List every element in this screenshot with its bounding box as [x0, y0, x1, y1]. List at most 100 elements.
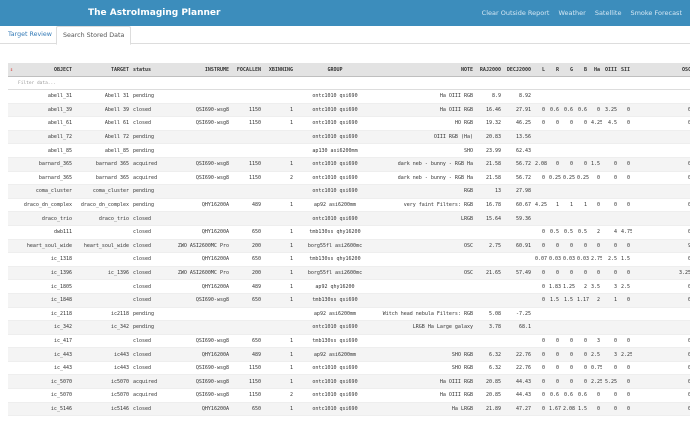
- row-gutter: [8, 211, 16, 226]
- table-cell: 0: [619, 402, 632, 417]
- table-row[interactable]: abell_31 Abell 31 pending ontc1010 qsi690 Ha…: [8, 89, 690, 104]
- table-row[interactable]: ic_1805 closed QHY16200A 489 1 ap92 qhy16200 0…: [8, 279, 690, 294]
- row-gutter: [8, 89, 16, 104]
- table-cell: ontc1010 qsi690: [295, 103, 375, 118]
- table-cell: 0: [602, 266, 619, 281]
- table-row[interactable]: ic_342 ic_342 pending ontc1010 qsi690 LRGB H…: [8, 320, 690, 335]
- table-row[interactable]: coma_cluster coma_cluster pending ontc1010 …: [8, 184, 690, 199]
- table-cell: ic_443: [16, 361, 74, 376]
- table-row[interactable]: abell_39 Abell 39 closed QSI690-wsg8 1150 1 on…: [8, 103, 690, 118]
- table-cell: [263, 307, 295, 322]
- table-row[interactable]: ic_2118 ic2118 pending ap92 asi6200mm Witch …: [8, 307, 690, 322]
- filter-input[interactable]: Filter data...: [16, 76, 690, 90]
- nav-clear-outside-report[interactable]: Clear Outside Report: [482, 9, 550, 17]
- table-cell: OIII RGB (Ha): [375, 130, 475, 145]
- table-cell: closed: [131, 361, 159, 376]
- table-cell: 1: [263, 198, 295, 213]
- table-cell: [561, 211, 575, 226]
- nav-satellite[interactable]: Satellite: [595, 9, 622, 17]
- table-cell: [263, 320, 295, 335]
- table-row[interactable]: dwb111 closed QHY16200A 650 1 tmb130ss qhy162…: [8, 225, 690, 240]
- column-header[interactable]: OBJECT: [16, 63, 74, 77]
- table-cell: 4.5: [602, 116, 619, 131]
- column-header[interactable]: INSTRUME: [159, 63, 231, 77]
- table-row[interactable]: abell_85 abell_85 pending ap130 asi6200mm SH…: [8, 143, 690, 158]
- table-row[interactable]: ic_1396 ic_1396 closed ZWO ASI2600MC Pro 200…: [8, 266, 690, 281]
- table-cell: borg55fl asi2600mc: [295, 266, 375, 281]
- table-row[interactable]: ic_5070 ic5070 acquired QSI690-wsg8 1150 2 ont…: [8, 388, 690, 403]
- table-cell: ic_443: [16, 347, 74, 362]
- table-row[interactable]: abell_72 Abell 72 pending ontc1010 qsi690 OI…: [8, 130, 690, 145]
- table-row[interactable]: heart_soul_wide heart_soul_wide closed ZWO …: [8, 239, 690, 254]
- table-row[interactable]: ic_5070 ic5070 acquired QSI690-wsg8 1150 1 ont…: [8, 374, 690, 390]
- table-cell: closed: [131, 103, 159, 118]
- table-cell: 0.6: [547, 103, 561, 118]
- table-row[interactable]: barnard_365 barnard 365 acquired QSI690-wsg…: [8, 157, 690, 172]
- table-cell: Abell 61: [74, 116, 131, 131]
- column-header[interactable]: NOTE: [375, 63, 475, 77]
- column-header[interactable]: status: [131, 63, 159, 77]
- table-cell: closed: [131, 347, 159, 362]
- column-header[interactable]: OIII: [602, 63, 619, 77]
- table-row[interactable]: ic_1848 closed QSI690-wsg8 650 1 tmb130ss qsi…: [8, 293, 690, 308]
- nav-smoke-forecast[interactable]: Smoke Forecast: [630, 9, 682, 17]
- table-cell: 489: [231, 198, 263, 213]
- column-header[interactable]: DECJ2000: [503, 63, 533, 77]
- table-cell: 0: [589, 266, 602, 281]
- column-header[interactable]: L: [533, 63, 547, 77]
- table-cell: 0: [533, 347, 547, 362]
- column-header[interactable]: G: [561, 63, 575, 77]
- table-cell: [159, 184, 231, 199]
- table-cell: [619, 320, 632, 335]
- column-header[interactable]: RAJ2000: [475, 63, 503, 77]
- table-cell: [602, 307, 619, 322]
- column-header[interactable]: FOCALLEN: [231, 63, 263, 77]
- table-cell: 3.25: [632, 266, 690, 281]
- table-row[interactable]: draco_dn_complex draco_dn_complex pending Q…: [8, 198, 690, 213]
- table-row[interactable]: abell_61 Abell 61 closed QSI690-wsg8 1150 1 on…: [8, 116, 690, 131]
- table-row[interactable]: ic_443 ic443 closed QHY16200A 489 1 ap92 asi62…: [8, 347, 690, 362]
- table-row[interactable]: barnard_365 barnard 365 acquired QSI690-wsg…: [8, 171, 690, 186]
- column-header[interactable]: TARGET: [74, 63, 131, 77]
- table-cell: 0: [602, 198, 619, 213]
- table-cell: 0: [575, 239, 589, 254]
- table-cell: 0: [602, 157, 619, 172]
- table-cell: 0: [589, 388, 602, 403]
- table-row[interactable]: ic_5146 ic5146 closed QHY16200A 650 1 ontc1010…: [8, 402, 690, 417]
- data-table-container[interactable]: ⇕ OBJECT TARGET status INSTRUME FOCALLEN XBIN…: [8, 63, 690, 426]
- sort-icon[interactable]: ⇕: [8, 63, 16, 77]
- table-cell: acquired: [131, 157, 159, 172]
- table-cell: [475, 225, 503, 240]
- table-row[interactable]: ic_443 ic443 closed QSI690-wsg8 1150 1 ontc101…: [8, 361, 690, 376]
- table-cell: 1.83: [547, 279, 561, 294]
- table-cell: Ha OIII RGB: [375, 89, 475, 104]
- table-cell: [231, 320, 263, 335]
- table-cell: 2.25: [619, 347, 632, 362]
- table-cell: 0: [632, 388, 690, 403]
- table-cell: ap92 asi6200mm: [295, 198, 375, 213]
- column-header[interactable]: GROUP: [295, 63, 375, 77]
- table-row[interactable]: ic_417 closed QSI690-wsg8 650 1 tmb130ss qsi6…: [8, 334, 690, 349]
- table-cell: 650: [231, 225, 263, 240]
- table-row[interactable]: draco_trio draco_trio closed ontc1010 qsi69…: [8, 211, 690, 226]
- table-cell: 0: [575, 116, 589, 131]
- table-cell: [375, 293, 475, 308]
- column-header[interactable]: Ha: [589, 63, 602, 77]
- table-cell: ontc1010 qsi690: [295, 402, 375, 417]
- column-header[interactable]: R: [547, 63, 561, 77]
- column-header[interactable]: OSC: [632, 63, 690, 77]
- nav-weather[interactable]: Weather: [558, 9, 585, 17]
- table-cell: 0: [619, 293, 632, 308]
- table-cell: LRGB Ha Large galaxy: [375, 320, 475, 335]
- column-header[interactable]: SII: [619, 63, 632, 77]
- column-header[interactable]: B: [575, 63, 589, 77]
- table-cell: [533, 320, 547, 335]
- table-cell: 1: [263, 266, 295, 281]
- table-cell: 0: [632, 157, 690, 172]
- tab-search-stored-data[interactable]: Search Stored Data: [56, 26, 132, 45]
- tab-target-review[interactable]: Target Review: [2, 26, 58, 43]
- table-row[interactable]: ic_1318 closed QHY16200A 650 1 tmb130ss qhy16…: [8, 252, 690, 267]
- table-cell: [375, 279, 475, 294]
- column-header[interactable]: XBINNING: [263, 63, 295, 77]
- table-cell: 4.75: [619, 225, 632, 240]
